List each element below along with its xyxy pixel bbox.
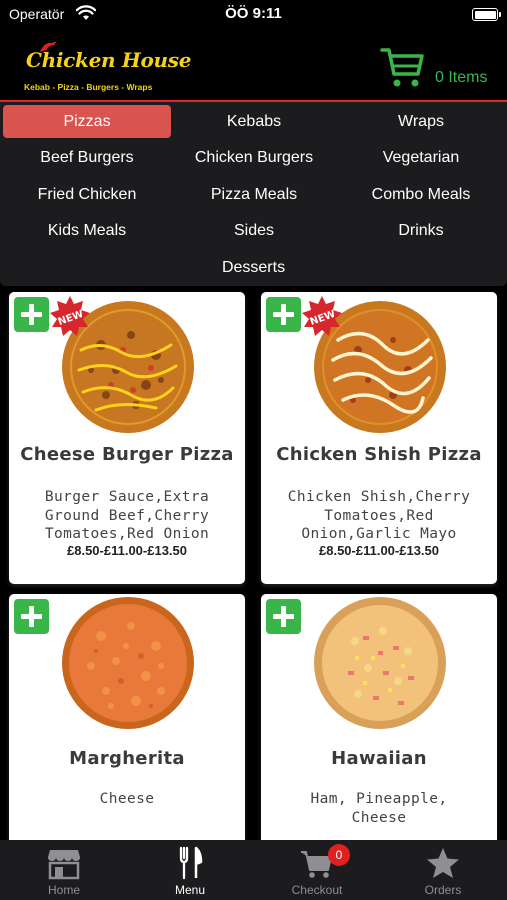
product-card[interactable]: Hawaiian Ham, Pineapple, Cheese <box>261 594 497 840</box>
category-vegetarian[interactable]: Vegetarian <box>337 141 505 174</box>
product-name: Margherita <box>69 748 185 769</box>
tab-label: Home <box>47 883 80 897</box>
new-badge-icon: NEW <box>302 296 342 336</box>
category-pizzas[interactable]: Pizzas <box>3 105 171 138</box>
product-description: Chicken Shish,Cherry Tomatoes,Red Onion,… <box>287 489 471 542</box>
bottom-tab-bar: Home Menu 0 Checkout Orders <box>0 840 507 900</box>
tab-menu[interactable]: Menu <box>127 840 253 900</box>
pizza-image <box>314 597 446 729</box>
product-description: Cheese <box>99 791 155 807</box>
product-card[interactable]: Margherita Cheese <box>9 594 245 840</box>
category-desserts[interactable]: Desserts <box>0 251 507 284</box>
category-combo-meals[interactable]: Combo Meals <box>337 178 505 211</box>
cart-icon <box>380 48 424 87</box>
status-bar: Operatör ÖÖ 9:11 <box>0 0 507 30</box>
cart-badge: 0 <box>328 844 350 866</box>
category-chicken-burgers[interactable]: Chicken Burgers <box>170 141 338 174</box>
add-to-cart-button[interactable] <box>14 297 49 332</box>
tab-home[interactable]: Home <box>1 840 127 900</box>
category-beef-burgers[interactable]: Beef Burgers <box>3 141 171 174</box>
product-name: Chicken Shish Pizza <box>276 444 482 465</box>
app-header: Chicken House Kebab - Pizza - Burgers - … <box>0 30 507 102</box>
tab-checkout[interactable]: 0 Checkout <box>254 840 380 900</box>
add-to-cart-button[interactable] <box>14 599 49 634</box>
product-price: £8.50-£11.00-£13.50 <box>67 543 187 558</box>
category-fried-chicken[interactable]: Fried Chicken <box>3 178 171 211</box>
cart-count-label: 0 Items <box>435 69 488 86</box>
category-kids-meals[interactable]: Kids Meals <box>3 214 171 247</box>
status-time: ÖÖ 9:11 <box>225 5 282 22</box>
category-kebabs[interactable]: Kebabs <box>170 105 338 138</box>
category-wraps[interactable]: Wraps <box>337 105 505 138</box>
category-pizza-meals[interactable]: Pizza Meals <box>170 178 338 211</box>
logo-subtitle: Kebab - Pizza - Burgers - Wraps <box>24 82 153 92</box>
brand-logo[interactable]: Chicken House Kebab - Pizza - Burgers - … <box>18 40 191 96</box>
product-description: Ham, Pineapple, Cheese <box>310 791 448 826</box>
new-badge-icon: NEW <box>50 296 90 336</box>
tab-label: Checkout <box>291 883 343 897</box>
product-name: Cheese Burger Pizza <box>20 444 234 465</box>
add-to-cart-button[interactable] <box>266 599 301 634</box>
category-drinks[interactable]: Drinks <box>337 214 505 247</box>
battery-icon <box>472 8 501 21</box>
product-card[interactable]: NEW Chicken Shish Pizza Chicken Shish,Ch… <box>261 292 497 584</box>
product-price: £8.50-£11.00-£13.50 <box>319 543 439 558</box>
add-to-cart-button[interactable] <box>266 297 301 332</box>
fork-knife-icon <box>179 846 203 880</box>
product-description: Burger Sauce,Extra Ground Beef,Cherry To… <box>44 489 210 542</box>
category-menu: Pizzas Kebabs Wraps Beef Burgers Chicken… <box>0 102 507 286</box>
product-card[interactable]: NEW Cheese Burger Pizza Burger Sauce,Ext… <box>9 292 245 584</box>
tab-label: Menu <box>174 883 206 897</box>
product-grid: NEW Cheese Burger Pizza Burger Sauce,Ext… <box>0 286 507 840</box>
product-name: Hawaiian <box>331 748 427 769</box>
store-icon <box>48 850 80 880</box>
star-icon <box>427 848 459 878</box>
logo-title: Chicken House <box>26 48 192 72</box>
tab-orders[interactable]: Orders <box>380 840 506 900</box>
header-cart-button[interactable]: 0 Items <box>380 44 500 90</box>
category-sides[interactable]: Sides <box>170 214 338 247</box>
tab-label: Orders <box>424 883 462 897</box>
pizza-image <box>62 597 194 729</box>
